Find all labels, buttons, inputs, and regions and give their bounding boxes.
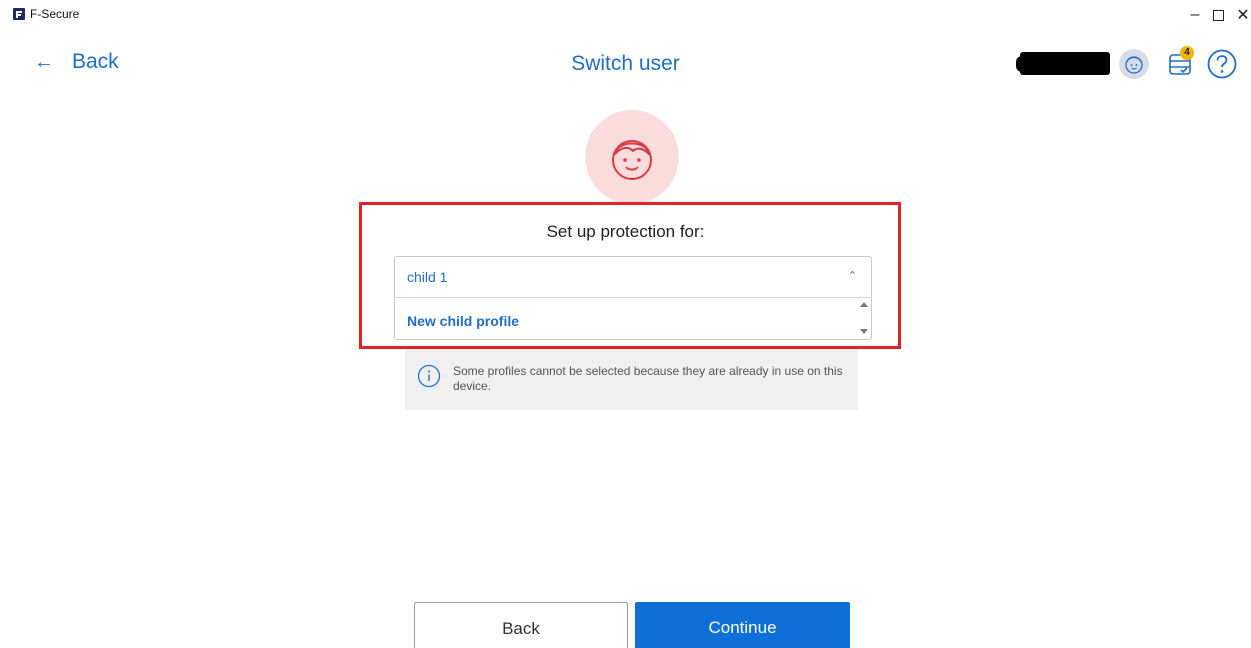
info-message-box: Some profiles cannot be selected because… [405,349,858,410]
maximize-icon [1212,9,1224,21]
back-button[interactable]: Back [414,602,628,648]
close-icon: ✕ [1236,7,1250,24]
info-message-text: Some profiles cannot be selected because… [453,364,843,393]
selected-profile-value: child 1 [407,269,448,285]
continue-button[interactable]: Continue [635,602,850,648]
dropdown-scrollbar[interactable] [857,299,871,339]
help-icon[interactable] [1206,48,1238,80]
f-secure-logo-icon [13,8,25,20]
minimize-icon: – [1190,6,1200,23]
option-label: New child profile [407,313,520,329]
child-avatar-icon[interactable] [1118,48,1150,80]
profile-select[interactable]: child 1 ⌃ New child profile [394,256,872,340]
info-icon [417,364,441,388]
profile-select-current[interactable]: child 1 ⌃ [395,257,871,298]
setup-protection-label: Set up protection for: [546,222,705,241]
notification-badge: 4 [1180,46,1194,60]
option-new-child-profile[interactable]: New child profile [395,299,857,339]
app-title: F-Secure [30,7,80,21]
redacted-username [1016,52,1110,75]
scroll-up-icon[interactable] [860,302,868,307]
scroll-down-icon[interactable] [860,329,868,334]
child-profile-hero-icon [585,110,679,204]
chevron-up-icon: ⌃ [847,270,857,282]
close-window-button[interactable]: ✕ [1228,2,1251,28]
title-bar: F-Secure – ✕ [0,0,1251,30]
